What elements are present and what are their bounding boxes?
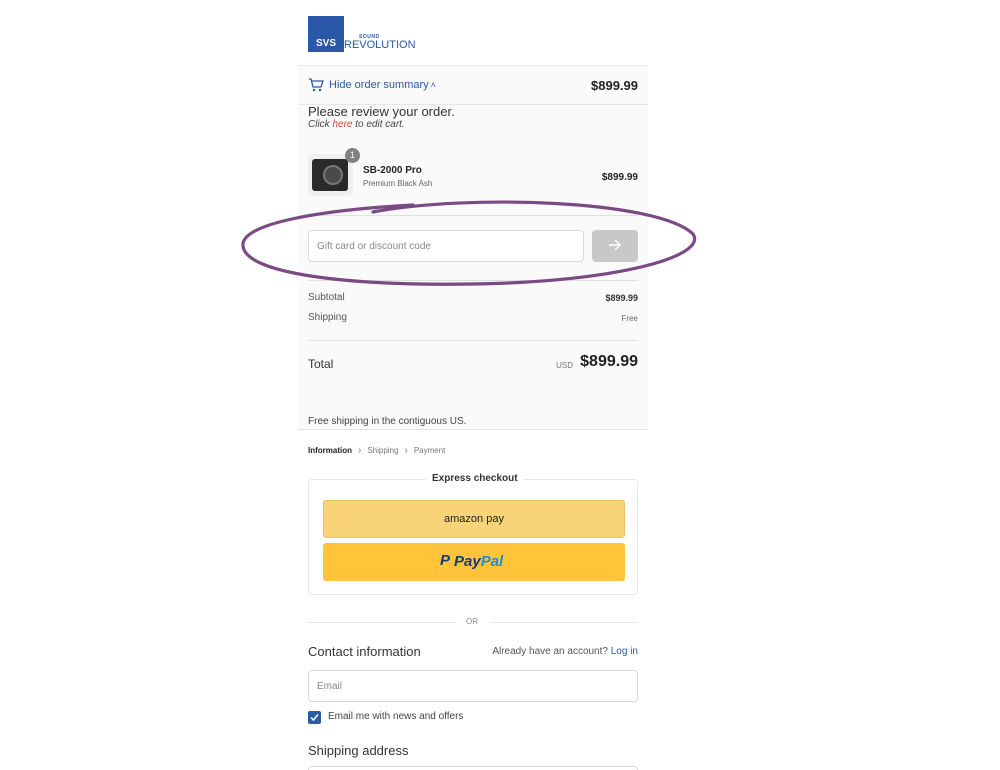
total-amount: $899.99 <box>580 353 638 370</box>
order-summary: Hide order summary ˄ $899.99 Please revie… <box>298 65 648 430</box>
breadcrumb-shipping: Shipping <box>367 446 399 455</box>
divider <box>308 280 638 281</box>
review-sub-prefix: Click <box>308 119 333 130</box>
free-shipping-note: Free shipping in the contiguous US. <box>308 416 467 427</box>
login-link[interactable]: Log in <box>611 646 638 657</box>
chevron-up-icon: ˄ <box>430 80 436 90</box>
divider <box>308 215 638 216</box>
review-title: Please review your order. <box>308 104 455 119</box>
shipping-value: Free <box>621 314 638 323</box>
account-prompt-text: Already have an account? <box>492 646 608 657</box>
cart-icon <box>309 78 324 92</box>
shipping-address-field[interactable] <box>308 766 638 770</box>
product-variant: Premium Black Ash <box>363 179 433 188</box>
paypal-p-icon: P <box>440 552 451 569</box>
or-separator: OR <box>466 617 478 626</box>
review-subtitle: Click here to edit cart. <box>308 119 405 130</box>
review-sub-suffix: to edit cart. <box>352 119 405 130</box>
subtotal-label: Subtotal <box>308 292 345 303</box>
shipping-label: Shipping <box>308 312 347 323</box>
toggle-label-text: Hide order summary <box>329 79 429 91</box>
account-prompt: Already have an account? Log in <box>492 646 638 657</box>
edit-cart-link[interactable]: here <box>332 119 352 130</box>
total-label: Total <box>308 357 334 371</box>
arrow-right-icon <box>609 239 621 251</box>
breadcrumb-information[interactable]: Information <box>308 446 352 455</box>
divider <box>308 340 638 341</box>
breadcrumb-payment: Payment <box>413 446 446 455</box>
breadcrumb: Information › Shipping › Payment <box>308 445 445 456</box>
logo-mark: SVS <box>308 16 344 52</box>
express-checkout: Express checkout amazon pay P PayPal <box>308 473 638 595</box>
chevron-right-icon: › <box>358 445 362 456</box>
hide-order-summary-link[interactable]: Hide order summary ˄ <box>329 79 436 91</box>
apply-discount-button[interactable] <box>592 230 638 262</box>
logo-text: REVOLUTION <box>344 39 416 51</box>
discount-code-input[interactable] <box>308 230 584 262</box>
logo-mark-text: SVS <box>315 38 336 49</box>
amazon-pay-logo: amazon pay <box>444 513 504 525</box>
quantity-badge: 1 <box>345 148 360 163</box>
paypal-button[interactable]: P PayPal <box>323 543 625 581</box>
shipping-address-title: Shipping address <box>308 743 409 758</box>
newsletter-checkbox[interactable] <box>308 711 321 724</box>
divider <box>308 622 456 623</box>
checkmark-icon <box>310 714 319 722</box>
product-price: $899.99 <box>601 172 638 183</box>
subwoofer-cone <box>323 165 343 185</box>
subtotal-value: $899.99 <box>605 293 638 303</box>
paypal-logo: PayPal <box>454 553 503 570</box>
contact-information-title: Contact information <box>308 644 421 659</box>
express-checkout-title: Express checkout <box>426 473 524 484</box>
order-summary-toggle[interactable]: Hide order summary ˄ $899.99 <box>298 65 648 105</box>
header-total: $899.99 <box>591 78 638 93</box>
divider <box>490 622 638 623</box>
paypal-pay-text: Pay <box>454 553 481 570</box>
total-currency: USD <box>556 361 573 370</box>
paypal-pal-text: Pal <box>480 553 504 570</box>
amazon-pay-button[interactable]: amazon pay <box>323 500 625 538</box>
chevron-right-icon: › <box>404 445 408 456</box>
newsletter-label[interactable]: Email me with news and offers <box>328 711 463 722</box>
svs-logo[interactable]: SVS SOUND REVOLUTION <box>308 16 416 52</box>
product-name: SB-2000 Pro <box>363 165 422 176</box>
email-field[interactable] <box>308 670 638 702</box>
